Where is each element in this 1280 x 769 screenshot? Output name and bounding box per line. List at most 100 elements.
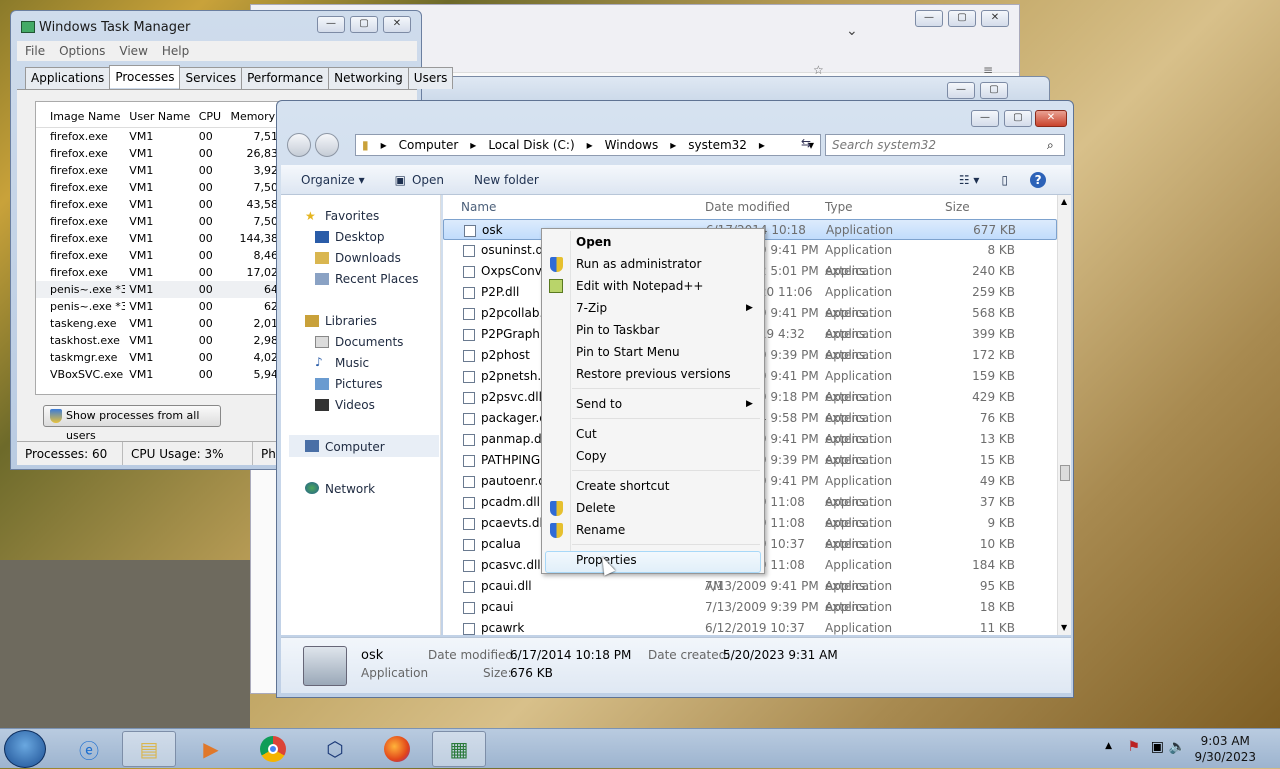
menu-item-send-to[interactable]: Send to xyxy=(576,394,622,414)
file-row[interactable]: pcawrk 6/12/2019 10:37 AM Application 11 KB xyxy=(443,618,1057,635)
virtualbox-icon[interactable]: ⬡ xyxy=(308,731,362,767)
nav-pictures[interactable]: Pictures xyxy=(335,377,383,391)
breadcrumb-local-disk[interactable]: Local Disk (C:) xyxy=(482,138,580,152)
column-cpu[interactable]: CPU xyxy=(191,102,227,127)
tab-applications[interactable]: Applications xyxy=(25,67,111,89)
process-row[interactable]: firefox.exe VM1 00 3,92 xyxy=(36,162,280,179)
menu-icon[interactable]: ≡ xyxy=(983,63,993,77)
menu-options[interactable]: Options xyxy=(59,41,105,61)
maximize-button[interactable]: ▢ xyxy=(350,16,378,33)
scrollbar-thumb[interactable] xyxy=(1060,465,1070,481)
nav-music[interactable]: Music xyxy=(335,356,369,370)
minimize-button[interactable]: — xyxy=(947,82,975,99)
close-button[interactable]: ✕ xyxy=(383,16,411,33)
nav-favorites[interactable]: Favorites xyxy=(325,209,379,223)
tab-networking[interactable]: Networking xyxy=(328,67,409,89)
process-row[interactable]: firefox.exe VM1 00 7,51 xyxy=(36,128,280,145)
vertical-scrollbar[interactable]: ▲ ▼ xyxy=(1057,195,1071,635)
preview-pane-icon[interactable]: ▯ xyxy=(1001,173,1008,187)
star-icon[interactable]: ☆ xyxy=(813,63,824,77)
volume-icon[interactable]: 🔈 xyxy=(1169,739,1186,755)
nav-recent-places[interactable]: Recent Places xyxy=(335,272,418,286)
minimize-button[interactable]: — xyxy=(915,10,943,27)
maximize-button[interactable]: ▢ xyxy=(948,10,976,27)
context-menu[interactable]: Open Run as administrator Edit with Note… xyxy=(541,228,765,574)
back-button[interactable] xyxy=(287,133,311,157)
column-user-name[interactable]: User Name xyxy=(125,102,190,127)
menu-item-restore-previous-versions[interactable]: Restore previous versions xyxy=(576,364,731,384)
breadcrumb-computer[interactable]: Computer xyxy=(393,138,465,152)
clock[interactable]: 9:03 AM 9/30/2023 xyxy=(1194,733,1256,765)
task-manager-icon[interactable]: ▦ xyxy=(432,731,486,767)
tab-users[interactable]: Users xyxy=(407,67,454,89)
windows-explorer-icon[interactable]: ▤ xyxy=(122,731,176,767)
close-button[interactable]: ✕ xyxy=(1035,110,1067,127)
process-row[interactable]: VBoxSVC.exe VM1 00 5,94 xyxy=(36,366,280,383)
nav-computer[interactable]: Computer xyxy=(325,440,385,454)
column-date-modified[interactable]: Date modified xyxy=(705,195,825,219)
tab-processes[interactable]: Processes xyxy=(109,65,181,88)
process-row[interactable]: firefox.exe VM1 00 43,58 xyxy=(36,196,280,213)
refresh-icon[interactable]: ⇆ xyxy=(795,136,817,154)
menu-file[interactable]: File xyxy=(25,41,45,61)
nav-desktop[interactable]: Desktop xyxy=(335,230,385,244)
tab-services[interactable]: Services xyxy=(179,67,243,89)
action-center-icon[interactable]: ⚑ xyxy=(1127,739,1140,755)
search-input[interactable]: Search system32 xyxy=(825,134,1065,156)
menu-item-edit-with-notepad[interactable]: Edit with Notepad++ xyxy=(576,276,703,296)
process-row[interactable]: firefox.exe VM1 00 17,02 xyxy=(36,264,280,281)
menu-item-create-shortcut[interactable]: Create shortcut xyxy=(576,476,669,496)
process-row[interactable]: firefox.exe VM1 00 144,38 xyxy=(36,230,280,247)
new-folder-button[interactable]: New folder xyxy=(474,173,539,187)
view-options-icon[interactable]: ☷ ▾ xyxy=(959,173,980,187)
firefox-icon[interactable] xyxy=(370,731,424,767)
menu-item-pin-to-start-menu[interactable]: Pin to Start Menu xyxy=(576,342,680,362)
column-type[interactable]: Type xyxy=(825,195,945,219)
scroll-down-icon[interactable]: ▼ xyxy=(1061,623,1067,632)
menu-item-cut[interactable]: Cut xyxy=(576,424,597,444)
maximize-button[interactable]: ▢ xyxy=(980,82,1008,99)
help-icon[interactable]: ? xyxy=(1030,171,1047,188)
menu-item-7zip[interactable]: 7-Zip xyxy=(576,298,607,318)
close-button[interactable]: ✕ xyxy=(981,10,1009,27)
breadcrumb-windows[interactable]: Windows xyxy=(599,138,665,152)
column-size[interactable]: Size xyxy=(945,195,1015,219)
menu-item-pin-to-taskbar[interactable]: Pin to Taskbar xyxy=(576,320,659,340)
nav-network[interactable]: Network xyxy=(325,482,375,496)
maximize-button[interactable]: ▢ xyxy=(1004,110,1032,127)
internet-explorer-icon[interactable]: ⓔ xyxy=(62,731,116,767)
process-list[interactable]: Image Name User Name CPU Memory firefox.… xyxy=(35,101,281,395)
network-status-icon[interactable]: ▣ xyxy=(1151,739,1164,755)
column-name[interactable]: Name xyxy=(443,195,705,219)
minimize-button[interactable]: — xyxy=(317,16,345,33)
start-button[interactable] xyxy=(4,730,46,768)
scroll-up-icon[interactable]: ▲ xyxy=(1061,197,1067,206)
column-memory[interactable]: Memory xyxy=(226,102,280,127)
process-row[interactable]: penis~.exe *32 VM1 00 62 xyxy=(36,298,280,315)
media-player-icon[interactable]: ▶ xyxy=(184,731,238,767)
file-row[interactable]: pcaui 7/13/2009 9:39 PM Application 18 KB xyxy=(443,597,1057,618)
menu-item-copy[interactable]: Copy xyxy=(576,446,606,466)
navigation-pane[interactable]: ★ Favorites Desktop Downloads Recent Pla… xyxy=(281,195,441,635)
chevron-down-icon[interactable]: ⌄ xyxy=(846,23,858,39)
menu-item-run-as-administrator[interactable]: Run as administrator xyxy=(576,254,701,274)
show-all-processes-button[interactable]: Show processes from all users xyxy=(43,405,221,442)
process-row[interactable]: penis~.exe *32 VM1 00 64 xyxy=(36,281,280,298)
chrome-icon[interactable] xyxy=(246,731,300,767)
nav-downloads[interactable]: Downloads xyxy=(335,251,401,265)
column-image-name[interactable]: Image Name xyxy=(36,102,125,127)
process-row[interactable]: firefox.exe VM1 00 7,50 xyxy=(36,213,280,230)
file-row[interactable]: pcaui.dll 7/13/2009 9:41 PM Application ex… xyxy=(443,576,1057,614)
menu-item-delete[interactable]: Delete xyxy=(576,498,615,518)
process-row[interactable]: taskeng.exe VM1 00 2,01 xyxy=(36,315,280,332)
menu-item-open[interactable]: Open xyxy=(576,232,611,252)
address-bar[interactable]: ▮ ▸ Computer ▸ Local Disk (C:) ▸ Windows… xyxy=(355,134,821,156)
process-row[interactable]: firefox.exe VM1 00 7,50 xyxy=(36,179,280,196)
open-button[interactable]: Open xyxy=(412,173,444,187)
nav-videos[interactable]: Videos xyxy=(335,398,375,412)
process-row[interactable]: firefox.exe VM1 00 8,46 xyxy=(36,247,280,264)
process-row[interactable]: taskmgr.exe VM1 00 4,02 xyxy=(36,349,280,366)
nav-libraries[interactable]: Libraries xyxy=(325,314,377,328)
process-row[interactable]: firefox.exe VM1 00 26,83 xyxy=(36,145,280,162)
menu-item-rename[interactable]: Rename xyxy=(576,520,625,540)
